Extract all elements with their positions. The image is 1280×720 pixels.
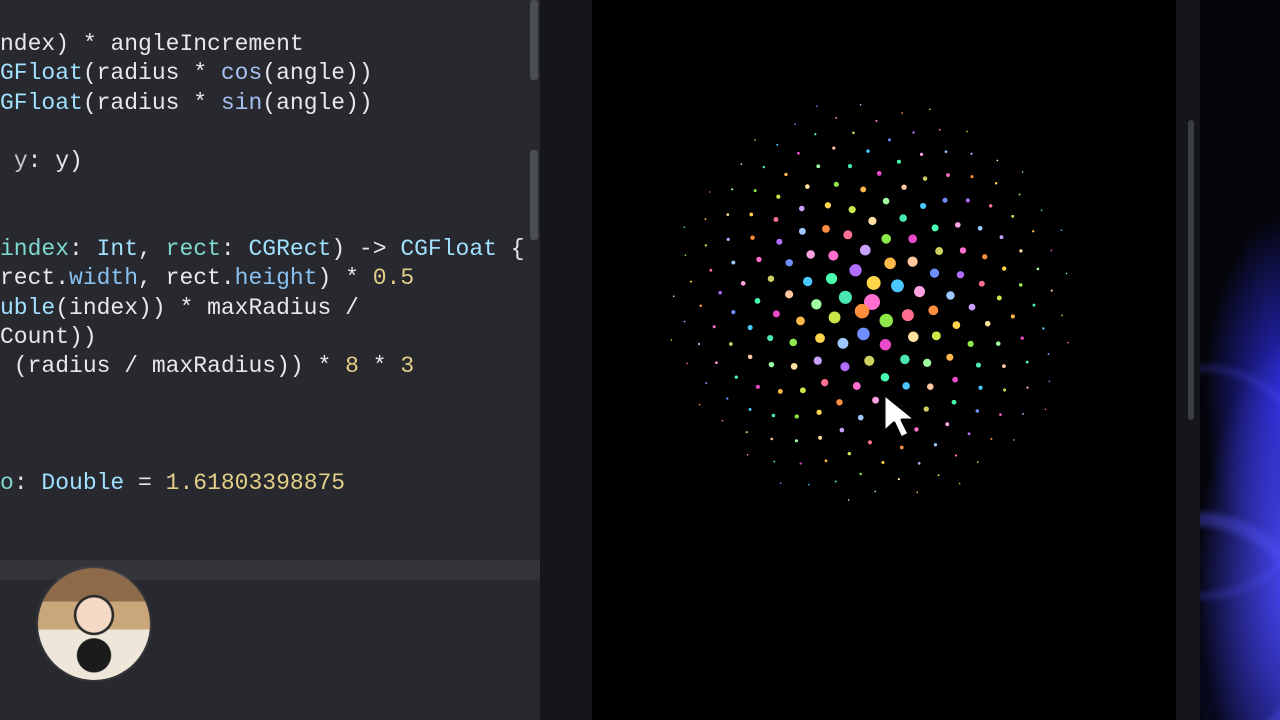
preview-scrollbar-thumb[interactable] [1188, 120, 1194, 420]
code-token: CGFloat [400, 236, 497, 262]
code-line[interactable] [0, 176, 540, 205]
code-editor-content[interactable]: ndex) * angleIncrementGFloat(radius * co… [0, 30, 540, 499]
code-token [0, 148, 14, 174]
code-line[interactable] [0, 411, 540, 440]
code-token: ) [317, 265, 345, 291]
code-line[interactable] [0, 440, 540, 469]
code-token: 0.5 [373, 265, 414, 291]
code-token: o [0, 470, 14, 496]
code-token: rect. [0, 265, 69, 291]
code-line[interactable]: ndex) * angleIncrement [0, 30, 540, 59]
code-line[interactable]: y: y) [0, 147, 540, 176]
code-line[interactable]: Count)) [0, 323, 540, 352]
code-token: = [124, 470, 165, 496]
code-token: / [345, 295, 359, 321]
code-token: CGRect [248, 236, 331, 262]
code-token: * [345, 265, 359, 291]
app-root: ndex) * angleIncrementGFloat(radius * co… [0, 0, 1280, 720]
code-token: maxRadius [193, 295, 345, 321]
code-token: (radius [83, 60, 193, 86]
code-token: (radius [83, 90, 193, 116]
code-token: * [83, 31, 97, 57]
code-token: (angle)) [262, 60, 372, 86]
code-token: uble [0, 295, 55, 321]
code-token: : [69, 236, 97, 262]
code-token: maxRadius)) [138, 353, 317, 379]
code-token: : y) [28, 148, 83, 174]
code-token: GFloat [0, 60, 83, 86]
simulator-frame[interactable] [592, 0, 1176, 720]
code-line[interactable] [0, 118, 540, 147]
preview-scrollbar[interactable] [1186, 60, 1196, 500]
minimap-thumb[interactable] [530, 0, 538, 80]
code-token: / [124, 353, 138, 379]
code-token: 8 [345, 353, 359, 379]
code-token: * [373, 353, 387, 379]
code-line[interactable]: index: Int, rect: CGRect) -> CGFloat { [0, 235, 540, 264]
code-token: Double [41, 470, 124, 496]
code-token: Int [97, 236, 138, 262]
code-token: rect [166, 236, 221, 262]
code-token: (angle)) [262, 90, 372, 116]
code-token: width [69, 265, 138, 291]
code-token [359, 265, 373, 291]
code-token: * [179, 295, 193, 321]
code-token: y [14, 148, 28, 174]
code-token: GFloat [0, 90, 83, 116]
code-token: ) -> [331, 236, 400, 262]
code-token [359, 353, 373, 379]
code-token: * [193, 60, 207, 86]
code-line[interactable]: uble(index)) * maxRadius / [0, 294, 540, 323]
code-line[interactable] [0, 382, 540, 411]
pane-gutter[interactable] [540, 0, 580, 720]
code-token: * [193, 90, 207, 116]
code-token: )) [69, 324, 97, 350]
code-line[interactable]: GFloat(radius * sin(angle)) [0, 89, 540, 118]
code-line[interactable]: GFloat(radius * cos(angle)) [0, 59, 540, 88]
code-token [207, 60, 221, 86]
code-token: Count [0, 324, 69, 350]
code-token: ndex) [0, 31, 83, 57]
editor-minimap-slice-top[interactable] [528, 0, 540, 110]
editor-minimap-slice-mid[interactable] [528, 150, 540, 270]
presenter-avatar [38, 568, 150, 680]
code-token: height [235, 265, 318, 291]
code-token: 1.61803398875 [166, 470, 345, 496]
code-token [207, 90, 221, 116]
code-token: angleIncrement [97, 31, 304, 57]
code-token: (index)) [55, 295, 179, 321]
code-token: * [317, 353, 331, 379]
code-line[interactable] [0, 206, 540, 235]
code-line[interactable]: o: Double = 1.61803398875 [0, 469, 540, 498]
code-token: (radius [0, 353, 124, 379]
code-token: , [138, 236, 166, 262]
code-token [331, 353, 345, 379]
code-token: 3 [400, 353, 414, 379]
minimap-thumb[interactable] [530, 150, 538, 240]
code-line[interactable]: rect.width, rect.height) * 0.5 [0, 264, 540, 293]
code-token: : [221, 236, 249, 262]
code-token: cos [221, 60, 262, 86]
code-token [387, 353, 401, 379]
preview-pane[interactable] [580, 0, 1200, 720]
code-token: { [497, 236, 525, 262]
code-token: : [14, 470, 42, 496]
code-token: sin [221, 90, 262, 116]
code-line[interactable]: (radius / maxRadius)) * 8 * 3 [0, 352, 540, 381]
code-editor-pane[interactable]: ndex) * angleIncrementGFloat(radius * co… [0, 0, 540, 720]
desktop-wallpaper-strip [1200, 0, 1280, 720]
code-token: index [0, 236, 69, 262]
code-token: , rect. [138, 265, 235, 291]
